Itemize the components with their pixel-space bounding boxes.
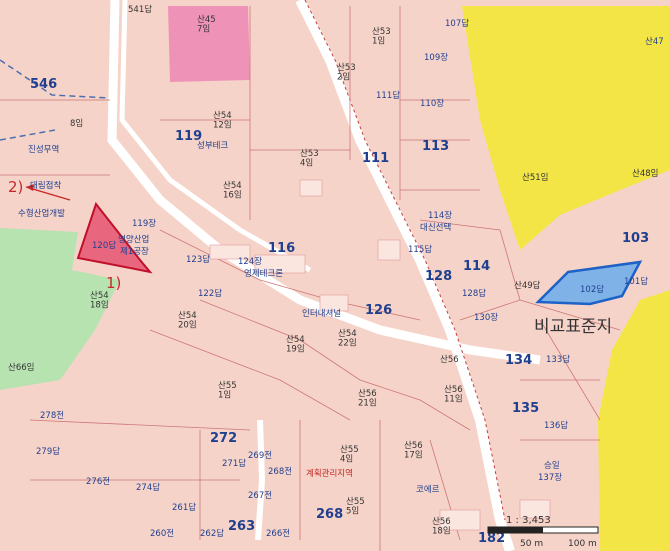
label-279: 279답 [36, 446, 60, 457]
parcel-272: 272 [210, 431, 237, 446]
label-278: 278전 [40, 410, 64, 421]
label-133: 133답 [546, 354, 570, 365]
label-je: 제1공장 [120, 246, 149, 257]
label-128dap: 128답 [462, 288, 486, 299]
parcel-134: 134 [505, 353, 532, 368]
label-102: 102답 [580, 284, 604, 295]
label-274: 274답 [136, 482, 160, 493]
scale-ratio: 1 : 3,453 [506, 515, 551, 526]
scale-50: 50 m [520, 539, 543, 549]
label-san54b: 산54 16임 [223, 180, 242, 200]
label-inter: 인터내셔널 [302, 308, 341, 319]
label-101: 101답 [624, 276, 648, 287]
label-san56b: 산56 11임 [444, 384, 463, 404]
label-271: 271답 [222, 458, 246, 469]
parcel-268: 268 [316, 507, 343, 522]
label-sungbu: 성부테크 [197, 141, 228, 151]
label-san54f: 산54 22임 [338, 328, 357, 348]
marker-two: 2) [8, 178, 23, 196]
parcel-126: 126 [365, 303, 392, 318]
label-276: 276전 [86, 476, 110, 487]
label-110: 110장 [420, 98, 444, 109]
label-8a: 8임 [70, 118, 83, 129]
label-130: 130장 [474, 312, 498, 323]
top-cut-label: 541답 [128, 4, 152, 15]
label-san54d: 산54 20임 [178, 310, 197, 330]
label-266: 266전 [266, 528, 290, 539]
parcel-113: 113 [422, 139, 449, 154]
parcel-103: 103 [622, 231, 649, 246]
label-san56d: 산56 18임 [432, 516, 451, 536]
label-san54c: 산54 18임 [90, 290, 109, 310]
label-260: 260전 [150, 528, 174, 539]
parcel-546: 546 [30, 77, 57, 92]
label-san49: 산49답 [514, 280, 541, 291]
label-daesin: 대신선택 [420, 222, 451, 233]
label-268jeon: 268전 [268, 466, 292, 477]
label-san56a: 산56 21임 [358, 388, 377, 408]
label-124: 124장 [238, 256, 262, 267]
label-267: 267전 [248, 490, 272, 501]
label-136: 136답 [544, 420, 568, 431]
label-san48: 산48임 [632, 168, 658, 179]
label-269: 269전 [248, 450, 272, 461]
label-gyehoek: 계획관리지역 [306, 468, 353, 479]
label-daerim: 대림접착 [30, 180, 61, 191]
label-122: 122답 [198, 288, 222, 299]
label-sumi: 수형산업개발 [18, 208, 65, 219]
parcel-128: 128 [425, 269, 452, 284]
label-114jang: 114장 [428, 210, 452, 221]
comparison-label: 비교표준지 [534, 317, 612, 337]
scale-100: 100 m [568, 539, 597, 549]
label-san56e: 산56 [440, 354, 459, 365]
label-137: 137장 [538, 472, 562, 483]
label-262: 262답 [200, 528, 224, 539]
label-san56c: 산56 17임 [404, 440, 423, 460]
label-san47: 산47 [645, 36, 664, 47]
label-jinsung: 진성무역 [28, 144, 59, 155]
label-109: 109장 [424, 52, 448, 63]
label-san66: 산66임 [8, 362, 34, 373]
label-111dap: 111답 [376, 90, 400, 101]
parcel-263: 263 [228, 519, 255, 534]
label-san54a: 산54 12임 [213, 110, 232, 130]
cadastral-map: 546 119 116 128 114 126 134 135 103 268 … [0, 0, 670, 551]
label-123: 123답 [186, 254, 210, 265]
label-san54e: 산54 19임 [286, 334, 305, 354]
label-107: 107답 [445, 18, 469, 29]
parcel-116: 116 [268, 241, 295, 256]
parcel-111: 111 [362, 151, 389, 166]
marker-one: 1) [106, 274, 121, 292]
parcel-114: 114 [463, 259, 490, 274]
label-120: 120답 [92, 240, 116, 251]
label-koer: 코에르 [416, 485, 440, 495]
label-san51: 산51임 [522, 172, 548, 183]
parcel-135: 135 [512, 401, 539, 416]
label-youngje: 영제테크론 [244, 268, 283, 279]
label-119a: 119장 [132, 218, 156, 229]
label-115: 115답 [408, 244, 432, 255]
label-yeong: 영양산업 [118, 234, 149, 245]
label-261: 261답 [172, 502, 196, 513]
label-seungil: 승일 [544, 461, 560, 471]
